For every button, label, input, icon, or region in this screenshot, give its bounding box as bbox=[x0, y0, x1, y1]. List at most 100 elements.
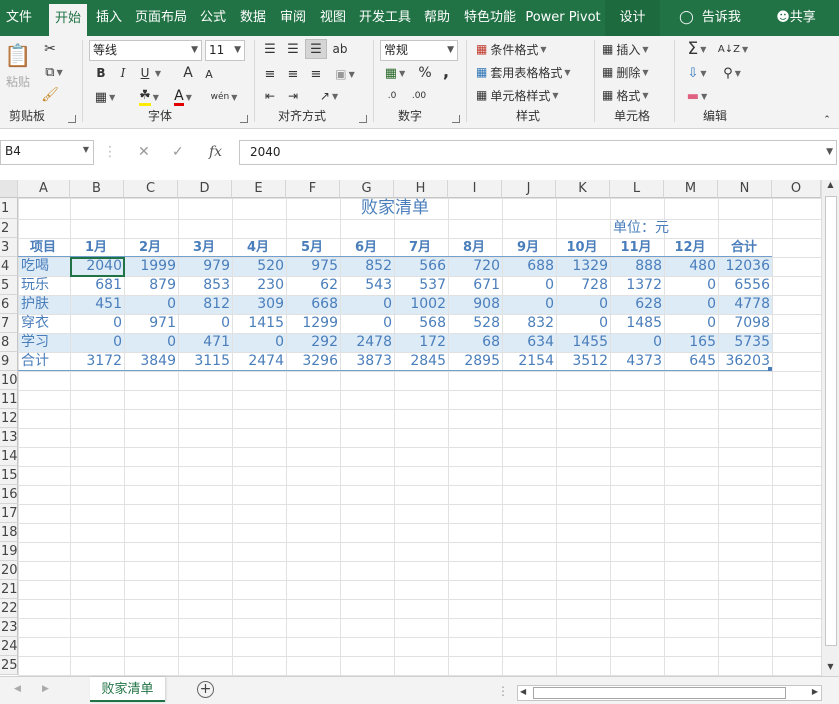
row-header[interactable]: 8 bbox=[0, 333, 18, 352]
table-cell[interactable]: 4778 bbox=[718, 295, 772, 314]
table-cell[interactable]: 451 bbox=[70, 295, 124, 314]
table-header-cell[interactable]: 项目 bbox=[18, 238, 70, 257]
table-cell[interactable]: 879 bbox=[124, 276, 178, 295]
table-cell[interactable]: 688 bbox=[502, 257, 556, 276]
table-cell[interactable]: 0 bbox=[502, 295, 556, 314]
scroll-left-icon[interactable]: ◀ bbox=[520, 687, 526, 696]
table-cell[interactable]: 0 bbox=[502, 276, 556, 295]
table-cell[interactable]: 3849 bbox=[124, 352, 178, 371]
table-header-cell[interactable]: 2月 bbox=[124, 238, 178, 257]
table-cell[interactable]: 0 bbox=[70, 333, 124, 352]
column-header[interactable]: G bbox=[340, 180, 394, 198]
sheet-tab-active[interactable]: 败家清单 bbox=[90, 677, 165, 702]
table-cell[interactable]: 230 bbox=[232, 276, 286, 295]
row-header[interactable]: 23 bbox=[0, 618, 18, 637]
column-header[interactable]: O bbox=[772, 180, 821, 198]
share-button[interactable]: ☻共享 bbox=[770, 0, 822, 36]
worksheet-grid[interactable]: A B C D E F G H I J K L M N O 1 2 3 4 5 6 7 8 9 10 11 12 13 14 15 16 17… bbox=[0, 180, 839, 676]
column-header[interactable]: K bbox=[556, 180, 610, 198]
row-header[interactable]: 11 bbox=[0, 390, 18, 409]
table-cell[interactable]: 1002 bbox=[394, 295, 448, 314]
table-cell[interactable]: 3873 bbox=[340, 352, 394, 371]
table-cell[interactable]: 1372 bbox=[610, 276, 664, 295]
clear-icon[interactable]: ▬ ▼ bbox=[684, 87, 710, 105]
tab-home[interactable]: 开始 bbox=[49, 4, 87, 36]
table-cell[interactable]: 975 bbox=[286, 257, 340, 276]
tab-insert[interactable]: 插入 bbox=[90, 0, 128, 36]
column-header[interactable]: A bbox=[18, 180, 70, 198]
column-header[interactable]: E bbox=[232, 180, 286, 198]
conditional-formatting-button[interactable]: ▦ 条件格式 ▼ bbox=[476, 40, 558, 58]
table-cell[interactable]: 12036 bbox=[718, 257, 772, 276]
align-right-icon[interactable]: ≡ bbox=[307, 66, 325, 82]
tell-me-search[interactable]: ◯ 告诉我 bbox=[675, 0, 745, 36]
cell-styles-button[interactable]: ▦ 单元格样式 ▼ bbox=[476, 86, 568, 104]
table-cell[interactable]: 309 bbox=[232, 295, 286, 314]
sort-filter-icon[interactable]: A↓Z ▼ bbox=[718, 39, 748, 59]
table-cell[interactable]: 2895 bbox=[448, 352, 502, 371]
row-header[interactable]: 22 bbox=[0, 599, 18, 618]
copy-icon[interactable]: ⧉ ▼ bbox=[40, 63, 68, 81]
table-cell[interactable]: 1999 bbox=[124, 257, 178, 276]
table-cell[interactable]: 812 bbox=[178, 295, 232, 314]
column-header[interactable]: N bbox=[718, 180, 772, 198]
column-header[interactable]: F bbox=[286, 180, 340, 198]
row-header[interactable]: 15 bbox=[0, 466, 18, 485]
tab-page-layout[interactable]: 页面布局 bbox=[131, 0, 191, 36]
table-cell[interactable]: 护肤 bbox=[18, 295, 70, 314]
table-cell[interactable]: 645 bbox=[664, 352, 718, 371]
table-cell[interactable]: 68 bbox=[448, 333, 502, 352]
tab-power-pivot[interactable]: Power Pivot bbox=[524, 0, 602, 36]
table-cell[interactable]: 471 bbox=[178, 333, 232, 352]
tab-developer[interactable]: 开发工具 bbox=[354, 0, 416, 36]
table-cell[interactable]: 1329 bbox=[556, 257, 610, 276]
add-sheet-icon[interactable]: + bbox=[197, 681, 214, 698]
column-header[interactable]: D bbox=[178, 180, 232, 198]
table-cell[interactable]: 0 bbox=[124, 295, 178, 314]
table-cell[interactable]: 0 bbox=[340, 295, 394, 314]
decrease-decimal-icon[interactable]: .00 bbox=[409, 88, 429, 104]
format-painter-icon[interactable]: 🖌 bbox=[40, 86, 60, 104]
column-header[interactable]: C bbox=[124, 180, 178, 198]
table-cell[interactable]: 971 bbox=[124, 314, 178, 333]
table-cell[interactable]: 888 bbox=[610, 257, 664, 276]
font-launcher-icon[interactable] bbox=[240, 115, 248, 123]
table-header-cell[interactable]: 10月 bbox=[556, 238, 610, 257]
row-header[interactable]: 19 bbox=[0, 542, 18, 561]
table-cell[interactable]: 728 bbox=[556, 276, 610, 295]
table-cell[interactable]: 172 bbox=[394, 333, 448, 352]
row-header[interactable]: 1 bbox=[0, 198, 18, 219]
table-cell[interactable]: 832 bbox=[502, 314, 556, 333]
row-header[interactable]: 10 bbox=[0, 371, 18, 390]
tab-design[interactable]: 设计 bbox=[605, 0, 660, 36]
align-bottom-icon[interactable]: ☰ bbox=[305, 39, 327, 59]
table-cell[interactable]: 568 bbox=[394, 314, 448, 333]
tab-formulas[interactable]: 公式 bbox=[194, 0, 232, 36]
table-cell[interactable]: 628 bbox=[610, 295, 664, 314]
row-header[interactable]: 16 bbox=[0, 485, 18, 504]
horizontal-scroll-thumb[interactable] bbox=[533, 687, 786, 699]
row-header[interactable]: 6 bbox=[0, 295, 18, 314]
table-cell[interactable]: 634 bbox=[502, 333, 556, 352]
name-box[interactable]: B4 ▼ bbox=[0, 140, 94, 165]
table-cell[interactable]: 566 bbox=[394, 257, 448, 276]
table-cell[interactable]: 吃喝 bbox=[18, 257, 70, 276]
table-cell[interactable]: 玩乐 bbox=[18, 276, 70, 295]
table-header-cell[interactable]: 4月 bbox=[232, 238, 286, 257]
collapse-ribbon-icon[interactable]: ⌃ bbox=[820, 114, 834, 126]
align-center-icon[interactable]: ≡ bbox=[284, 66, 302, 82]
column-header[interactable]: B bbox=[70, 180, 124, 198]
fill-color-button[interactable]: ☘ ▼ bbox=[135, 88, 163, 106]
row-header[interactable]: 17 bbox=[0, 504, 18, 523]
sheet-title-cell[interactable]: 败家清单 bbox=[18, 198, 772, 219]
table-cell[interactable]: 671 bbox=[448, 276, 502, 295]
table-header-cell[interactable]: 1月 bbox=[70, 238, 124, 257]
shrink-font-button[interactable]: A bbox=[202, 66, 216, 82]
table-cell[interactable]: 3115 bbox=[178, 352, 232, 371]
font-color-button[interactable]: A ▼ bbox=[170, 88, 196, 106]
table-cell[interactable]: 668 bbox=[286, 295, 340, 314]
table-header-cell[interactable]: 8月 bbox=[448, 238, 502, 257]
table-cell[interactable]: 0 bbox=[556, 295, 610, 314]
table-cell[interactable]: 0 bbox=[610, 333, 664, 352]
italic-button[interactable]: I bbox=[115, 64, 131, 82]
